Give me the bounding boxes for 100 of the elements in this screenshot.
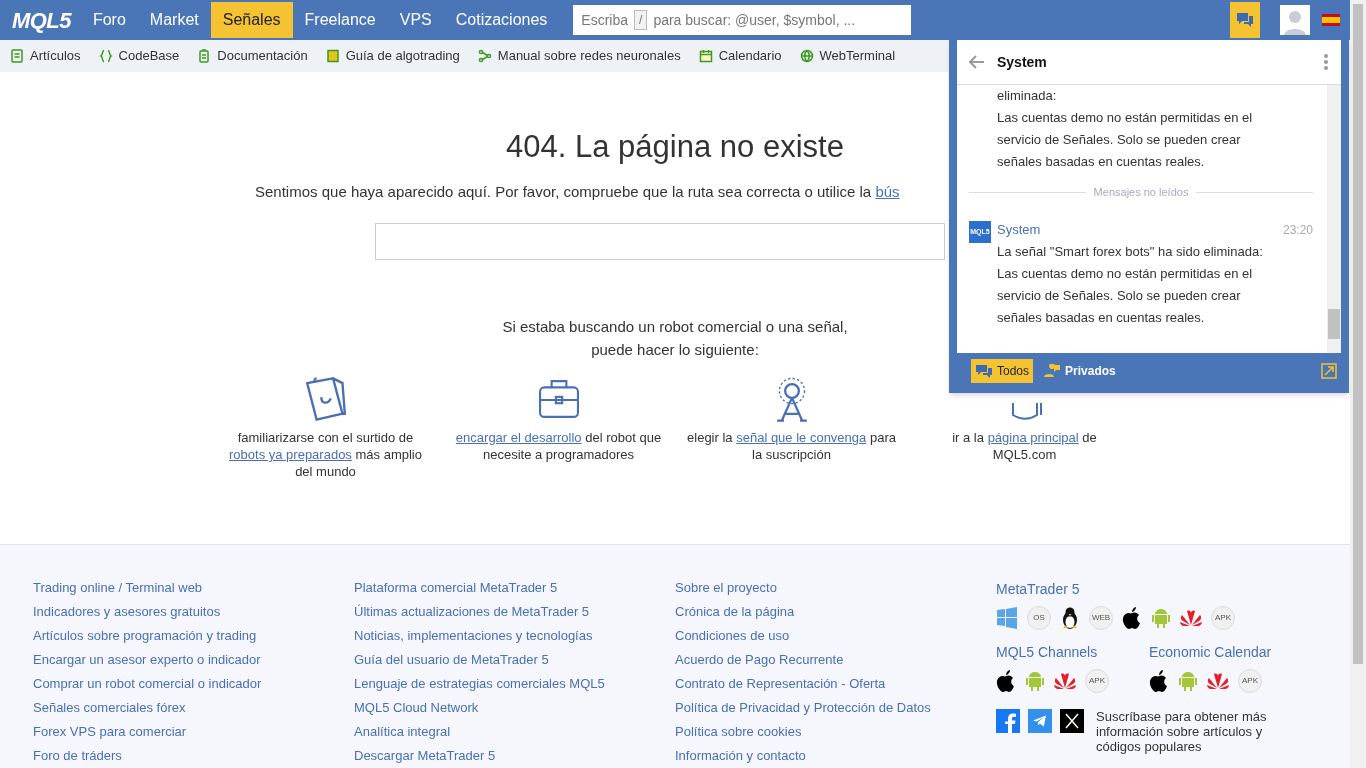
nav-tab[interactable]: Freelance <box>292 2 388 38</box>
nav-tab[interactable]: Market <box>137 2 211 38</box>
nav-link[interactable]: Calendario <box>698 46 782 66</box>
clipboard-icon <box>197 49 212 63</box>
suggestion-link[interactable]: encargar el desarrollo <box>455 430 582 445</box>
android-icon[interactable] <box>1025 670 1045 692</box>
message-text: Las cuentas demo no están permitidas en el servicio de Señales. Solo se pueden crear señales basadas en cuentas reales. <box>997 265 1254 327</box>
network-icon <box>477 49 492 63</box>
footer-link[interactable]: Foro de tráders <box>33 747 354 765</box>
facebook-icon[interactable] <box>996 709 1020 733</box>
footer-link[interactable]: Contrato de Representación - Oferta <box>675 675 996 693</box>
more-options-icon[interactable] <box>1323 53 1329 71</box>
nav-link[interactable]: WebTerminal <box>799 46 896 66</box>
suggestion-text: ir a la página principal de MQL5.com <box>951 429 1098 463</box>
footer-link[interactable]: Plataforma comercial MetaTrader 5 <box>354 579 675 597</box>
flower-petals-icon[interactable] <box>1207 672 1229 690</box>
people-icon <box>1043 364 1062 378</box>
chat-tab[interactable]: Privados <box>1039 359 1120 383</box>
footer-link[interactable]: Lenguaje de estrategias comerciales MQL5 <box>354 675 675 693</box>
back-arrow-icon[interactable] <box>969 55 985 69</box>
footer-link[interactable]: Guía del usuario de MetaTrader 5 <box>354 651 675 669</box>
apple-icon[interactable] <box>1122 607 1142 629</box>
flower-petals-icon[interactable] <box>1054 672 1076 690</box>
footer-link[interactable]: Política sobre cookies <box>675 723 996 741</box>
web-icon[interactable]: WEB <box>1089 606 1113 630</box>
nav-link[interactable]: Artículos <box>10 46 81 66</box>
scrollbar-thumb[interactable] <box>1353 4 1363 664</box>
nav-tab[interactable]: Foro <box>80 2 138 38</box>
suggestion-text: encargar el desarrollo del robot que necesite a programadores <box>454 429 663 463</box>
suggestion-link[interactable]: robots ya preparados <box>229 447 352 462</box>
calendar-icon <box>698 49 713 63</box>
chat-icon <box>1236 12 1254 28</box>
footer-link[interactable]: Encargar un asesor experto o indicador <box>33 651 354 669</box>
flag-icon[interactable] <box>1322 14 1340 26</box>
android-icon[interactable] <box>1178 670 1198 692</box>
nav-link[interactable]: Documentación <box>197 46 308 66</box>
apple-icon[interactable] <box>996 670 1016 692</box>
chat-tab[interactable]: Todos <box>971 359 1034 383</box>
message-time: 23:20 <box>1282 222 1313 239</box>
shopping-bag-icon <box>305 375 346 423</box>
windows-icon[interactable] <box>996 607 1018 629</box>
footer-link[interactable]: Señales comerciales fórex <box>33 699 354 717</box>
flower-petals-icon[interactable] <box>1180 609 1202 627</box>
footer-link[interactable]: Comprar un robot comercial o indicador <box>33 675 354 693</box>
chat-button[interactable] <box>1230 2 1260 38</box>
chat-scrollbar-thumb[interactable] <box>1328 309 1340 339</box>
apk-icon[interactable]: APK <box>1238 669 1262 693</box>
scrollbar[interactable] <box>1350 0 1366 768</box>
footer-link[interactable]: Sobre el proyecto <box>675 579 996 597</box>
error-message: Sentimos que haya aparecido aquí. Por favor, compruebe que la ruta sea correcta o utilice la bús <box>255 181 900 202</box>
footer-link[interactable]: MQL5 Cloud Network <box>354 699 675 717</box>
footer-link[interactable]: Noticias, implementaciones y tecnologías <box>354 627 675 645</box>
briefcase-icon <box>538 379 579 419</box>
penguin-icon[interactable] <box>1060 606 1080 630</box>
footer-link[interactable]: Acuerdo de Pago Recurrente <box>675 651 996 669</box>
chat-scrollbar[interactable] <box>1327 85 1341 353</box>
footer-link[interactable]: Crónica de la página <box>675 603 996 621</box>
book-icon <box>325 49 340 63</box>
section-title: Economic Calendar <box>1149 643 1272 662</box>
nav-tab[interactable]: Señales <box>210 2 293 38</box>
nav-tab[interactable]: Cotizaciones <box>443 2 560 38</box>
footer-link[interactable]: Últimas actualizaciones de MetaTrader 5 <box>354 603 675 621</box>
message-text: Las cuentas demo no están permitidas en el servicio de Señales. Solo se pueden crear señales basadas en cuentas reales. <box>997 109 1254 171</box>
search-input[interactable] <box>375 223 945 260</box>
nav-link[interactable]: Guía de algotrading <box>325 46 460 66</box>
search-field[interactable]: Escriba / para buscar: @user, $symbol, ... <box>573 5 912 35</box>
apk-icon[interactable]: APK <box>1211 606 1235 630</box>
footer-link[interactable]: Política de Privacidad y Protección de Datos <box>675 699 996 717</box>
key-hint: / <box>634 10 648 30</box>
nav-tab[interactable]: VPS <box>387 2 444 38</box>
nav-link[interactable]: Manual sobre redes neuronales <box>477 46 681 66</box>
suggestion-link[interactable]: página principal <box>987 430 1079 445</box>
unread-divider-label: Mensajes no leídos <box>1093 185 1189 200</box>
search-link[interactable]: bús <box>875 182 900 200</box>
macos-icon[interactable]: OS <box>1027 606 1051 630</box>
android-icon[interactable] <box>1151 607 1171 629</box>
nav-link[interactable]: CodeBase <box>98 46 180 66</box>
footer-link[interactable]: Información y contacto <box>675 747 996 765</box>
footer-link[interactable]: Condiciones de uso <box>675 627 996 645</box>
chat-title: System <box>997 52 1047 72</box>
search-hint: Escriba <box>581 10 629 30</box>
expand-icon[interactable] <box>1321 363 1337 379</box>
message-text: La señal "Smart forex bots" ha sido eliminada: <box>997 243 1264 261</box>
footer-link[interactable]: Indicadores y asesores gratuitos <box>33 603 354 621</box>
footer-link[interactable]: Artículos sobre programación y trading <box>33 627 354 645</box>
footer-link[interactable]: Analítica integral <box>354 723 675 741</box>
search-hint: para buscar: @user, $symbol, ... <box>653 10 856 30</box>
page-title: 404. La página no existe <box>506 128 844 166</box>
logo[interactable]: MQL5 <box>12 3 71 37</box>
avatar-icon[interactable] <box>1280 5 1310 35</box>
footer-link[interactable]: Descargar MetaTrader 5 <box>354 747 675 765</box>
x-logo-icon[interactable] <box>1060 709 1084 733</box>
footer-link[interactable]: Forex VPS para comerciar <box>33 723 354 741</box>
suggestion-link[interactable]: señal que le convenga <box>736 430 867 445</box>
telegram-icon[interactable] <box>1028 709 1052 733</box>
apple-icon[interactable] <box>1149 670 1169 692</box>
apk-icon[interactable]: APK <box>1085 669 1109 693</box>
section-title: MetaTrader 5 <box>996 580 1081 599</box>
footer-link[interactable]: Trading online / Terminal web <box>33 579 354 597</box>
sender-name[interactable]: System <box>997 219 1041 241</box>
